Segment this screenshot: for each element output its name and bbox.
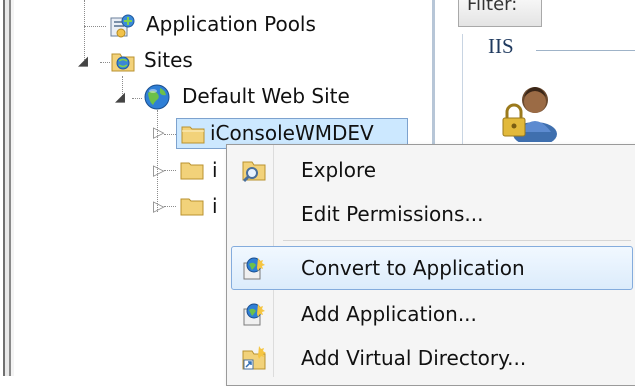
- tree-item-site-2[interactable]: i: [212, 156, 218, 184]
- menu-item-label: Add Application...: [301, 302, 477, 326]
- menu-item-label: Convert to Application: [301, 256, 525, 280]
- globe-icon: [142, 82, 172, 112]
- tree-line: [100, 62, 110, 63]
- collapsed-arrow-icon[interactable]: ▷: [153, 162, 165, 178]
- filter-tab[interactable]: Filter:: [458, 0, 542, 27]
- tree-line: [132, 98, 142, 99]
- folder-icon: [180, 162, 204, 180]
- folder-icon: [181, 126, 205, 144]
- tree-line: [164, 134, 176, 135]
- collapsed-arrow-icon[interactable]: ▷: [153, 124, 165, 140]
- tree-item-site-3[interactable]: i: [212, 192, 218, 220]
- menu-item-edit-permissions[interactable]: Edit Permissions...: [232, 196, 630, 232]
- tree-line: [84, 0, 85, 60]
- add-virtual-directory-icon: [242, 346, 266, 370]
- menu-item-explore[interactable]: Explore: [232, 152, 630, 188]
- sites-icon: [110, 48, 136, 74]
- window-edge: [0, 0, 14, 376]
- tree-line: [84, 26, 106, 27]
- expanded-arrow-icon[interactable]: ◢: [78, 55, 88, 69]
- expanded-arrow-icon[interactable]: ◢: [115, 91, 125, 105]
- authentication-icon[interactable]: [497, 72, 567, 146]
- menu-item-label: Explore: [301, 158, 377, 182]
- menu-item-convert-to-application[interactable]: Convert to Application: [232, 250, 630, 286]
- explore-icon: [242, 161, 266, 183]
- menu-item-add-virtual-directory[interactable]: Add Virtual Directory...: [232, 340, 630, 376]
- tree-line: [164, 170, 176, 171]
- folder-icon: [180, 198, 204, 216]
- tree-line: [164, 206, 176, 207]
- tree-item-selected-site-label: iConsoleWMDEV: [210, 121, 374, 145]
- menu-item-label: Add Virtual Directory...: [301, 346, 527, 370]
- convert-application-icon: [243, 257, 265, 280]
- add-application-icon: [243, 303, 265, 326]
- menu-item-add-application[interactable]: Add Application...: [232, 296, 630, 332]
- collapsed-arrow-icon[interactable]: ▷: [153, 198, 165, 214]
- tree-item-default-web-site[interactable]: Default Web Site: [182, 82, 350, 110]
- menu-separator: [283, 240, 631, 241]
- group-border: [536, 50, 635, 51]
- iis-group-label: IIS: [488, 34, 514, 58]
- tree-item-application-pools[interactable]: Application Pools: [146, 10, 316, 38]
- menu-item-label: Edit Permissions...: [301, 202, 484, 226]
- tree-item-sites[interactable]: Sites: [144, 46, 193, 74]
- application-pools-icon: [108, 12, 136, 40]
